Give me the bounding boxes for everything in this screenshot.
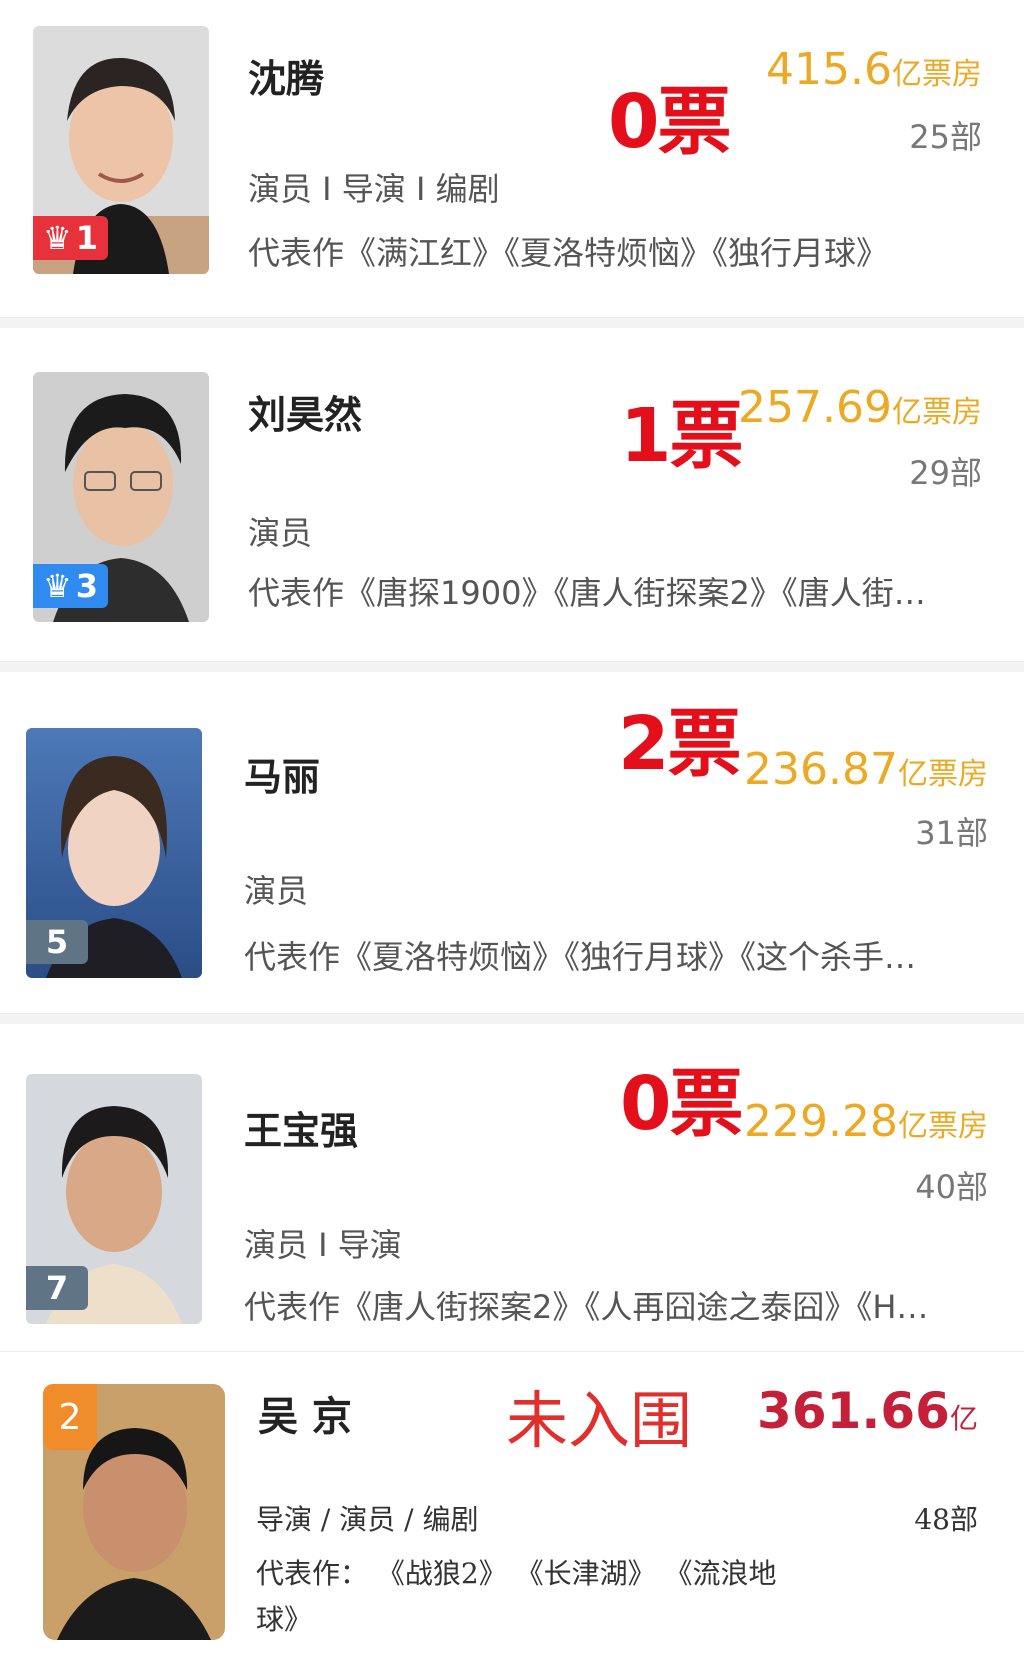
box-office: 229.28亿票房 [744, 1096, 988, 1147]
actor-photo: 7 [26, 1074, 202, 1324]
representative-works-line2: 球》 [256, 1603, 313, 1636]
actor-photo: ♛ 3 [33, 372, 209, 622]
representative-works: 代表作《唐探1900》《唐人街探案2》《唐人街… [248, 574, 926, 612]
actor-name: 马丽 [244, 755, 321, 799]
vote-count: 2票 [618, 701, 741, 787]
actor-card[interactable]: 5 马丽 2票 236.87亿票房 31部 演员 代表作《夏洛特烦恼》《独行月球… [0, 662, 1024, 1014]
actor-card-handwritten[interactable]: 2 吴 京 未入围 361.66亿 导演 / 演员 / 编剧 48部 代表作： … [0, 1352, 1024, 1679]
actor-card[interactable]: ♛ 3 刘昊然 1票 257.69亿票房 29部 演员 代表作《唐探1900》《… [0, 318, 1024, 662]
film-count: 48部 [914, 1503, 978, 1536]
actor-roles: 演员 [248, 514, 313, 552]
actor-roles: 演员 [244, 872, 309, 910]
actor-roles: 导演 / 演员 / 编剧 [256, 1503, 479, 1536]
actor-photo: 5 [26, 728, 202, 978]
box-office: 236.87亿票房 [744, 744, 988, 795]
actor-name: 吴 京 [258, 1393, 352, 1440]
rank-badge: 5 [26, 920, 88, 964]
vote-count: 0票 [608, 79, 731, 165]
actor-roles: 演员 I 导演 I 编剧 [248, 170, 500, 208]
film-count: 31部 [915, 814, 988, 852]
rank-badge: ♛ 3 [33, 564, 108, 608]
rank-badge: 7 [26, 1266, 88, 1310]
actor-name: 王宝强 [244, 1109, 359, 1153]
status-label: 未入围 [506, 1384, 693, 1457]
box-office: 361.66亿 [757, 1382, 978, 1440]
representative-works: 代表作《夏洛特烦恼》《独行月球》《这个杀手… [244, 938, 917, 976]
box-office: 415.6亿票房 [766, 44, 982, 95]
representative-works: 代表作《唐人街探案2》《人再囧途之泰囧》《H… [244, 1288, 929, 1326]
actor-roles: 演员 I 导演 [244, 1226, 402, 1264]
actor-name: 刘昊然 [248, 393, 363, 437]
representative-works-line1: 代表作： 《战狼2》 《长津湖》 《流浪地 [256, 1557, 777, 1590]
vote-count: 0票 [620, 1061, 743, 1147]
vote-count: 1票 [620, 393, 743, 479]
representative-works: 代表作《满江红》《夏洛特烦恼》《独行月球》 [248, 234, 889, 272]
film-count: 40部 [915, 1168, 988, 1206]
actor-photo: ♛ 1 [33, 26, 209, 274]
crown-icon: ♛ [43, 219, 72, 257]
film-count: 25部 [909, 118, 982, 156]
film-count: 29部 [909, 454, 982, 492]
actor-card[interactable]: ♛ 1 沈腾 0票 415.6亿票房 25部 演员 I 导演 I 编剧 代表作《… [0, 0, 1024, 318]
actor-card[interactable]: 7 王宝强 0票 229.28亿票房 40部 演员 I 导演 代表作《唐人街探案… [0, 1014, 1024, 1352]
box-office: 257.69亿票房 [738, 382, 982, 433]
actor-name: 沈腾 [248, 57, 325, 101]
rank-badge-shield: 2 [43, 1384, 97, 1450]
crown-icon: ♛ [43, 567, 72, 605]
rank-badge: ♛ 1 [33, 216, 108, 260]
